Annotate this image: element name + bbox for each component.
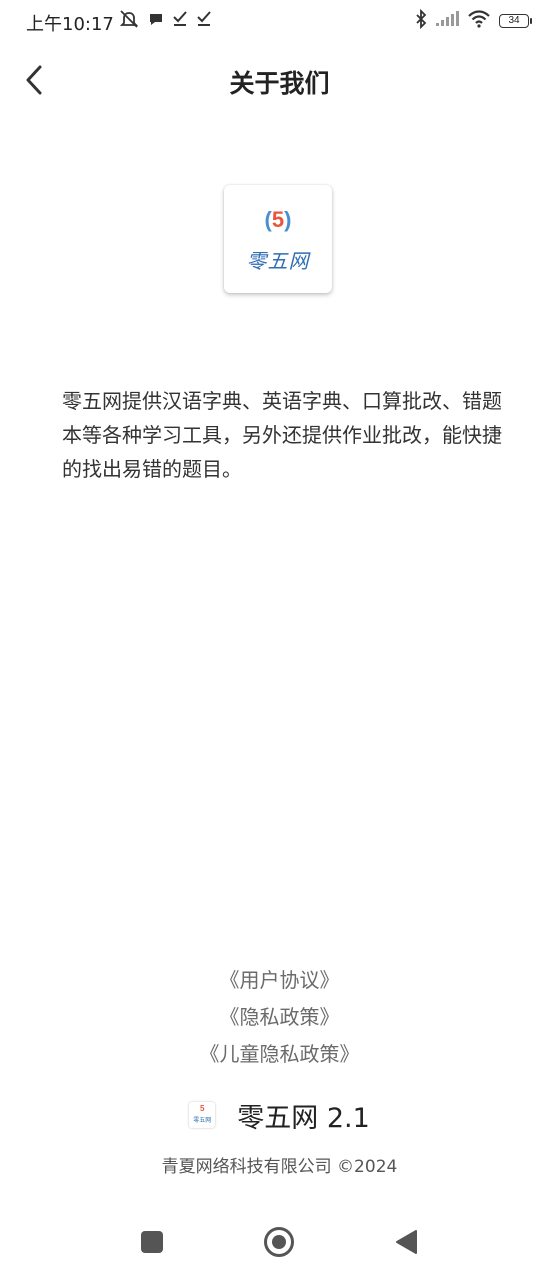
privacy-policy-link[interactable]: 《隐私政策》 bbox=[0, 999, 559, 1036]
app-logo: (5) 零五网 bbox=[224, 185, 332, 293]
system-nav-bar bbox=[0, 1220, 559, 1268]
logo-number: (5) bbox=[264, 207, 292, 232]
status-right-icons: 34 bbox=[415, 8, 532, 33]
message-icon bbox=[148, 11, 164, 31]
mute-icon bbox=[118, 9, 140, 33]
square-icon bbox=[140, 1230, 164, 1258]
home-button[interactable] bbox=[255, 1220, 303, 1268]
logo-name: 零五网 bbox=[246, 249, 310, 273]
nav-back-button[interactable] bbox=[382, 1220, 430, 1268]
user-agreement-link[interactable]: 《用户协议》 bbox=[0, 962, 559, 999]
wifi-icon bbox=[467, 10, 491, 32]
status-time: 上午10:17 bbox=[26, 14, 114, 35]
bluetooth-icon bbox=[415, 8, 427, 33]
back-triangle-icon bbox=[394, 1229, 418, 1259]
copyright: 青夏网络科技有限公司 ©2024 bbox=[161, 1157, 398, 1177]
check-icon bbox=[172, 10, 188, 32]
status-bar: 上午10:17 34 bbox=[0, 0, 559, 44]
recent-apps-button[interactable] bbox=[128, 1220, 176, 1268]
version-text: 零五网 2.1 bbox=[237, 1102, 370, 1134]
battery-indicator: 34 bbox=[499, 14, 532, 28]
child-privacy-policy-link[interactable]: 《儿童隐私政策》 bbox=[0, 1036, 559, 1073]
home-circle-icon bbox=[263, 1226, 295, 1262]
app-description: 零五网提供汉语字典、英语字典、口算批改、错题本等各种学习工具，另外还提供作业批改… bbox=[62, 389, 502, 481]
status-left-icons bbox=[118, 10, 212, 32]
version-row: 5 零五网 零五网 2.1 bbox=[0, 1095, 559, 1135]
signal-icon bbox=[435, 11, 459, 31]
policy-links: 《用户协议》 《隐私政策》 《儿童隐私政策》 bbox=[0, 962, 559, 1073]
page-title: 关于我们 bbox=[229, 69, 330, 98]
app-icon: 5 零五网 bbox=[189, 1102, 216, 1128]
check-icon bbox=[196, 10, 212, 32]
